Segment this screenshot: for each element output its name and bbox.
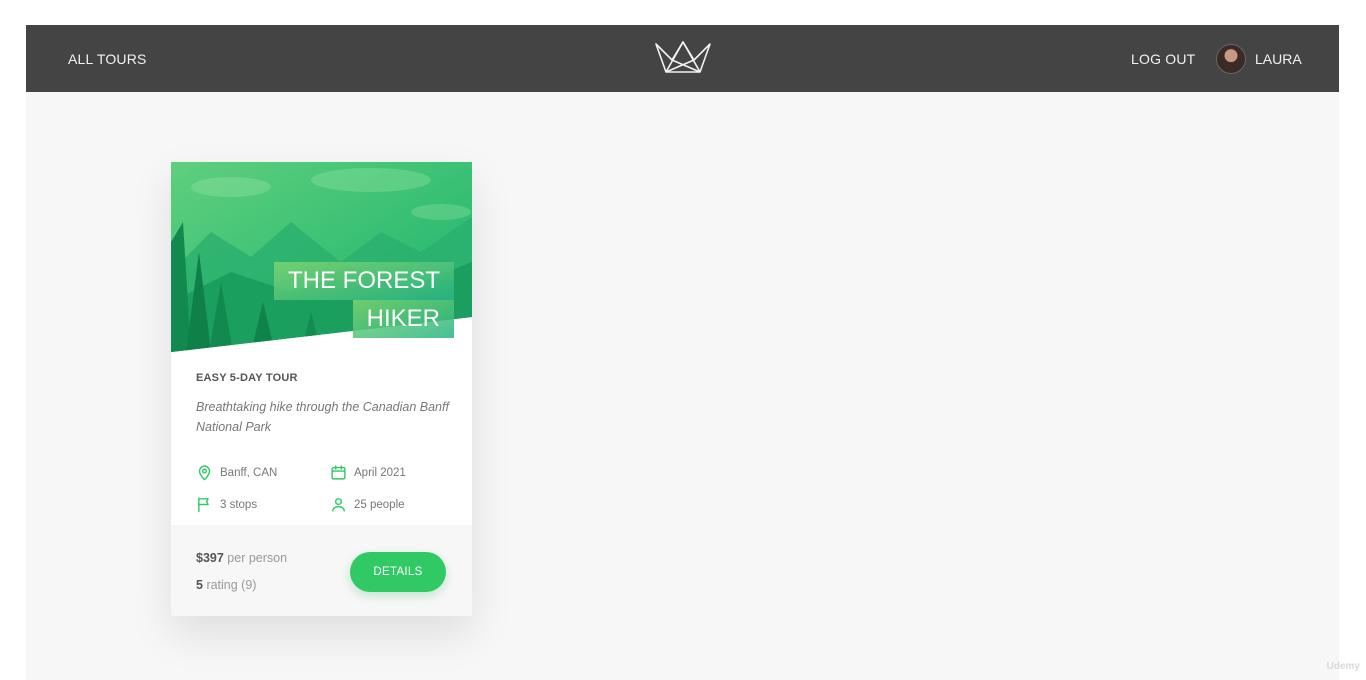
udemy-watermark: Udemy: [1326, 661, 1360, 672]
details-button[interactable]: Details: [350, 552, 446, 592]
tour-title-line-2: Hiker: [352, 300, 454, 338]
rating: 5 rating (9): [196, 578, 256, 592]
user-name[interactable]: Laura: [1255, 51, 1302, 67]
card-footer: $397 per person 5 rating (9) Details: [171, 525, 472, 616]
price: $397 per person: [196, 551, 287, 565]
tour-details: Banff, CAN April 2021 3 stops 25 people: [196, 464, 451, 524]
rating-text: rating (9): [206, 578, 257, 592]
logout-link[interactable]: Log out: [1131, 51, 1195, 67]
tour-title-line-1: The Forest: [273, 262, 454, 300]
tour-title: The Forest Hiker: [273, 262, 454, 338]
tour-difficulty-duration: Easy 5-day tour: [196, 372, 298, 384]
calendar-icon: [331, 465, 346, 480]
user-icon: [332, 498, 345, 512]
detail-location: Banff, CAN: [196, 464, 277, 481]
people-text: 25 people: [354, 498, 405, 511]
site-header: All tours Log out Laura: [26, 25, 1339, 92]
date-text: April 2021: [354, 466, 406, 479]
map-pin-icon: [198, 465, 211, 481]
flag-icon: [198, 497, 209, 513]
stops-text: 3 stops: [220, 498, 258, 511]
page-frame: All tours Log out Laura: [26, 25, 1339, 680]
tour-summary: Breathtaking hike through the Canadian B…: [196, 400, 449, 434]
detail-stops: 3 stops: [196, 496, 257, 513]
detail-date: April 2021: [330, 464, 406, 481]
tour-card: The Forest Hiker Easy 5-day tour Breatht…: [171, 162, 472, 616]
price-value: $397: [196, 551, 224, 565]
user-menu[interactable]: Laura: [1216, 44, 1302, 74]
location-text: Banff, CAN: [220, 466, 278, 479]
detail-people: 25 people: [330, 496, 405, 513]
all-tours-link[interactable]: All tours: [68, 51, 147, 67]
card-body: Easy 5-day tour Breathtaking hike throug…: [196, 372, 451, 513]
rating-value: 5: [196, 578, 203, 592]
avatar[interactable]: [1216, 44, 1246, 74]
logo-icon[interactable]: [654, 40, 712, 74]
price-unit: per person: [227, 551, 288, 565]
